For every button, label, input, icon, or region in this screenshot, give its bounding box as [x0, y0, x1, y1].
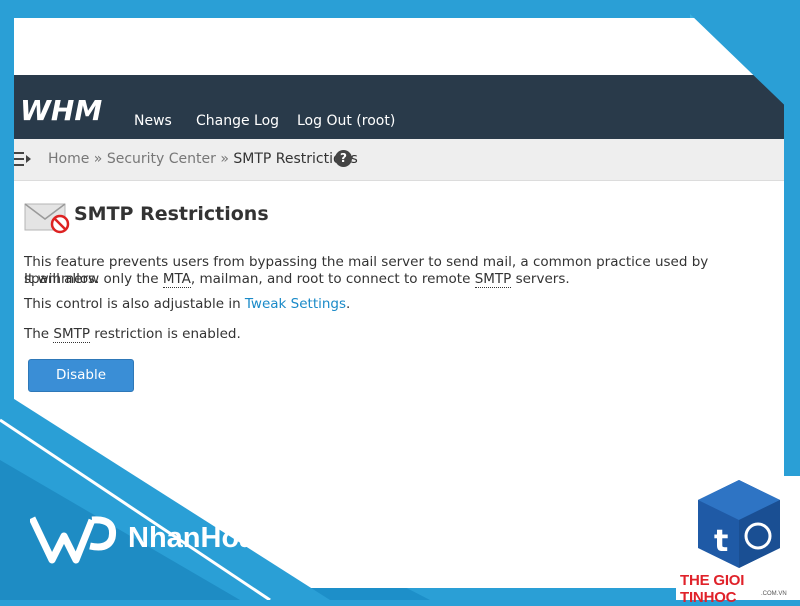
svg-text:t: t	[714, 524, 728, 559]
nhanhoa-watermark-text: NhanHoa	[128, 522, 256, 554]
thegioitinhoc-watermark-text: THE GIOI TINHOC	[680, 572, 745, 606]
thegioitinhoc-domain-text: .COM.VN	[761, 591, 787, 597]
nhanhoa-logo-icon	[30, 516, 117, 564]
cube-logo-icon: t	[698, 480, 780, 568]
